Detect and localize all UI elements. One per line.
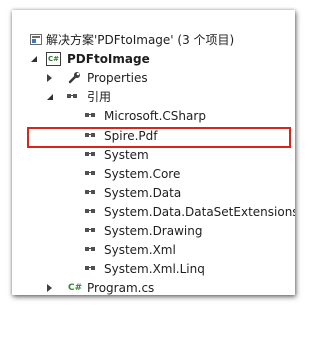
reference-item[interactable]: System — [12, 146, 295, 165]
assembly-reference-icon — [84, 170, 98, 178]
expanded-arrow-icon[interactable] — [47, 94, 53, 100]
solution-icon — [30, 34, 42, 45]
reference-label: System.Data — [104, 186, 182, 200]
references-label: 引用 — [87, 90, 112, 104]
assembly-reference-icon — [84, 132, 98, 140]
project-label: PDFtoImage — [67, 52, 150, 66]
reference-item[interactable]: System.Data.DataSetExtensions — [12, 203, 295, 222]
wrench-icon — [68, 72, 80, 84]
reference-item[interactable]: System.Drawing — [12, 222, 295, 241]
reference-label: System.Data.DataSetExtensions — [104, 205, 295, 219]
reference-label: Microsoft.CSharp — [104, 109, 206, 123]
assembly-reference-icon — [84, 265, 98, 273]
assembly-reference-icon — [84, 189, 98, 197]
assembly-reference-icon — [84, 208, 98, 216]
reference-label: System.Xml.Linq — [104, 262, 205, 276]
reference-label: System — [104, 148, 149, 162]
reference-item[interactable]: System.Core — [12, 165, 295, 184]
reference-item[interactable]: System.Xml — [12, 241, 295, 260]
program-cs-node[interactable]: C# Program.cs — [12, 279, 295, 295]
reference-label: Spire.Pdf — [104, 129, 158, 143]
program-cs-label: Program.cs — [87, 281, 155, 295]
references-node[interactable]: 引用 — [12, 88, 295, 107]
reference-label: System.Xml — [104, 243, 176, 257]
properties-node[interactable]: Properties — [12, 69, 295, 88]
collapsed-arrow-icon[interactable] — [47, 74, 52, 82]
assembly-reference-icon — [84, 151, 98, 159]
reference-item[interactable]: System.Data — [12, 184, 295, 203]
reference-item[interactable]: System.Xml.Linq — [12, 260, 295, 279]
references-icon — [66, 93, 80, 101]
solution-node[interactable]: 解决方案'PDFtoImage' (3 个项目) — [12, 31, 295, 50]
assembly-reference-icon — [84, 227, 98, 235]
properties-label: Properties — [87, 71, 148, 85]
reference-label: System.Drawing — [104, 224, 203, 238]
assembly-reference-icon — [84, 112, 98, 120]
reference-label: System.Core — [104, 167, 181, 181]
csharp-file-icon: C# — [68, 283, 83, 293]
project-node[interactable]: C# PDFtoImage — [12, 50, 295, 69]
expanded-arrow-icon[interactable] — [31, 56, 37, 62]
collapsed-arrow-icon[interactable] — [47, 284, 52, 292]
solution-label: 解决方案'PDFtoImage' (3 个项目) — [46, 33, 235, 47]
assembly-reference-icon — [84, 246, 98, 254]
solution-explorer-panel: 解决方案'PDFtoImage' (3 个项目) C# PDFtoImage P… — [12, 10, 295, 295]
csharp-project-icon: C# — [46, 52, 61, 66]
reference-item[interactable]: Microsoft.CSharp — [12, 107, 295, 126]
reference-item-spire-pdf[interactable]: Spire.Pdf — [12, 127, 295, 146]
